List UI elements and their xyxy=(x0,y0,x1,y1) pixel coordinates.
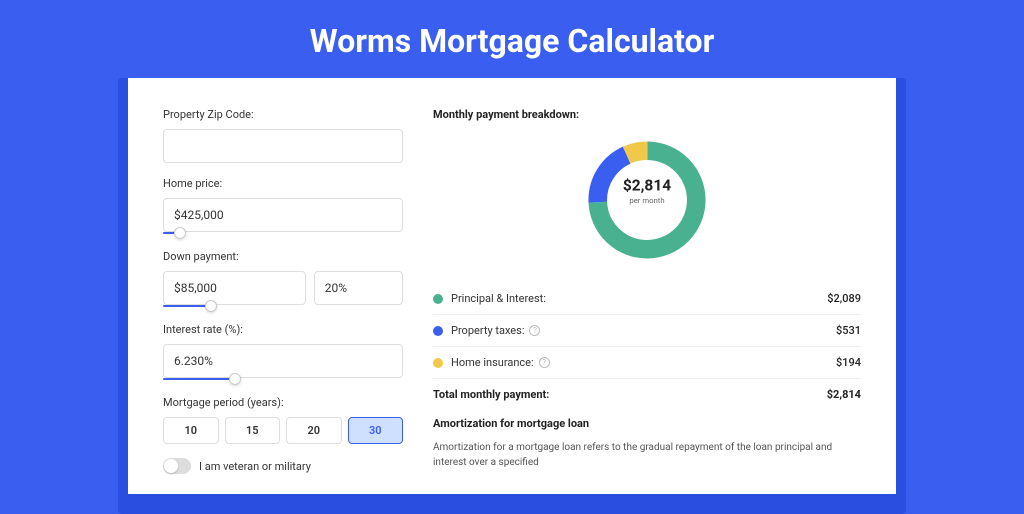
calculator-card: Property Zip Code: Home price: Down paym… xyxy=(128,78,896,494)
price-slider[interactable] xyxy=(163,230,403,236)
veteran-label: I am veteran or military xyxy=(199,460,311,473)
legend-val-ins: $194 xyxy=(836,356,861,369)
total-row: Total monthly payment: $2,814 xyxy=(433,379,861,417)
veteran-toggle-row: I am veteran or military xyxy=(163,458,403,474)
rate-label: Interest rate (%): xyxy=(163,323,403,336)
donut-chart: $2,814 per month xyxy=(433,135,861,265)
down-pct-input[interactable] xyxy=(314,271,403,305)
donut-amount: $2,814 xyxy=(607,178,687,197)
period-button-row: 10 15 20 30 xyxy=(163,417,403,444)
donut-sub: per month xyxy=(607,197,687,206)
period-field-group: Mortgage period (years): 10 15 20 30 xyxy=(163,396,403,444)
down-slider-thumb[interactable] xyxy=(205,300,217,312)
down-label: Down payment: xyxy=(163,250,403,263)
inputs-column: Property Zip Code: Home price: Down paym… xyxy=(163,108,403,474)
rate-slider-thumb[interactable] xyxy=(229,373,241,385)
period-btn-10[interactable]: 10 xyxy=(163,417,219,444)
price-label: Home price: xyxy=(163,177,403,190)
breakdown-title: Monthly payment breakdown: xyxy=(433,108,861,121)
rate-slider[interactable] xyxy=(163,376,403,382)
price-input[interactable] xyxy=(163,198,403,232)
legend-label-ins: Home insurance: ? xyxy=(451,356,836,369)
price-field-group: Home price: xyxy=(163,177,403,236)
info-icon[interactable]: ? xyxy=(539,357,550,368)
rate-field-group: Interest rate (%): xyxy=(163,323,403,382)
legend-label-tax: Property taxes: ? xyxy=(451,324,836,337)
total-label: Total monthly payment: xyxy=(433,388,827,401)
veteran-toggle[interactable] xyxy=(163,458,191,474)
legend-dot-pi xyxy=(433,294,443,304)
period-btn-20[interactable]: 20 xyxy=(286,417,342,444)
legend-dot-tax xyxy=(433,326,443,336)
legend-row-tax: Property taxes: ? $531 xyxy=(433,315,861,347)
period-label: Mortgage period (years): xyxy=(163,396,403,409)
legend-label-pi: Principal & Interest: xyxy=(451,292,827,305)
legend-dot-ins xyxy=(433,358,443,368)
legend-row-pi: Principal & Interest: $2,089 xyxy=(433,283,861,315)
legend-row-ins: Home insurance: ? $194 xyxy=(433,347,861,379)
zip-field-group: Property Zip Code: xyxy=(163,108,403,163)
amort-title: Amortization for mortgage loan xyxy=(433,417,861,430)
zip-label: Property Zip Code: xyxy=(163,108,403,121)
down-field-group: Down payment: xyxy=(163,250,403,309)
donut-svg: $2,814 per month xyxy=(582,135,712,265)
toggle-knob xyxy=(164,459,178,473)
legend-val-tax: $531 xyxy=(836,324,861,337)
info-icon[interactable]: ? xyxy=(529,325,540,336)
down-amount-input[interactable] xyxy=(163,271,306,305)
price-slider-thumb[interactable] xyxy=(174,227,186,239)
amort-text: Amortization for a mortgage loan refers … xyxy=(433,440,861,470)
page-title: Worms Mortgage Calculator xyxy=(0,0,1024,78)
down-slider[interactable] xyxy=(163,303,403,309)
total-val: $2,814 xyxy=(827,388,861,401)
period-btn-15[interactable]: 15 xyxy=(225,417,281,444)
zip-input[interactable] xyxy=(163,129,403,163)
breakdown-column: Monthly payment breakdown: $2,814 per mo… xyxy=(433,108,861,474)
period-btn-30[interactable]: 30 xyxy=(348,417,404,444)
legend-val-pi: $2,089 xyxy=(827,292,861,305)
card-container: Property Zip Code: Home price: Down paym… xyxy=(118,78,906,514)
rate-input[interactable] xyxy=(163,344,403,378)
